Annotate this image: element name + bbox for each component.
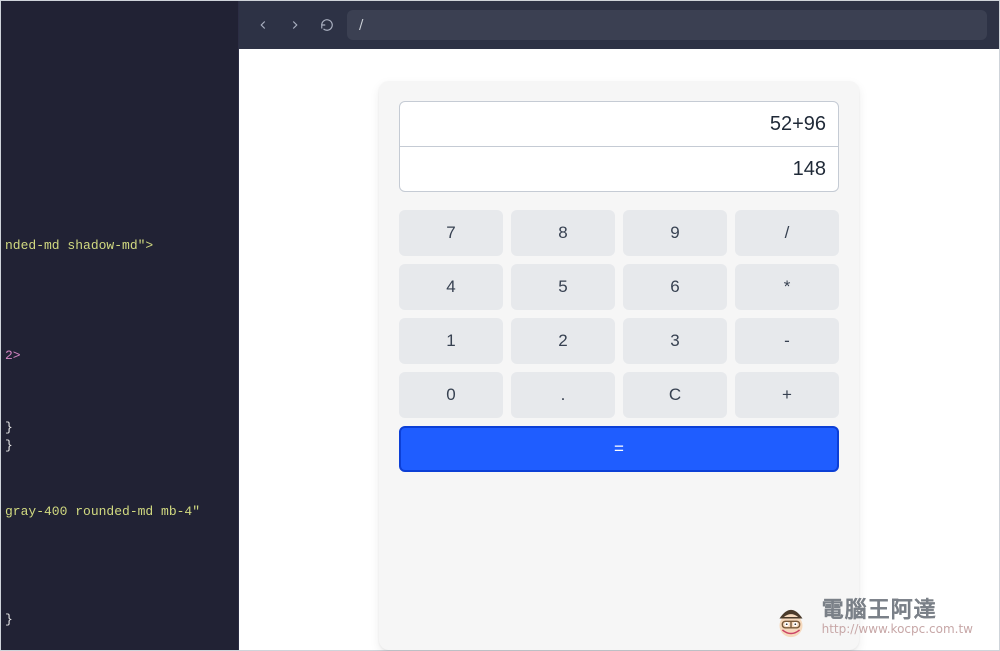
code-token: }: [5, 420, 13, 435]
preview-pane: / 789/456*123-0.C+=: [239, 1, 999, 650]
url-bar[interactable]: /: [347, 10, 987, 40]
watermark: 電腦王阿達 http://www.kocpc.com.tw: [768, 594, 973, 640]
key-plus[interactable]: +: [735, 372, 839, 418]
key-multiply[interactable]: *: [735, 264, 839, 310]
mascot-icon: [768, 594, 814, 640]
key-digit-4[interactable]: 4: [399, 264, 503, 310]
code-line: 2>: [1, 347, 21, 365]
code-line: gray-400 rounded-md mb-4": [1, 503, 200, 521]
key-equals[interactable]: =: [399, 426, 839, 472]
code-token: gray-400 rounded-md mb-4": [5, 504, 200, 519]
key-digit-5[interactable]: 5: [511, 264, 615, 310]
code-editor-pane: nded-md shadow-md"> 2>}} gray-400 rounded-…: [1, 1, 239, 650]
code-line: }: [1, 419, 13, 437]
key-dot[interactable]: .: [511, 372, 615, 418]
code-token: }: [5, 438, 13, 453]
reload-button[interactable]: [315, 13, 339, 37]
code-token: }: [5, 612, 13, 627]
preview-browser-bar: /: [239, 1, 999, 49]
key-digit-3[interactable]: 3: [623, 318, 727, 364]
code-token: nded-md shadow-md">: [5, 238, 153, 253]
code-token: 2>: [5, 348, 21, 363]
watermark-url: http://www.kocpc.com.tw: [822, 623, 973, 636]
key-digit-1[interactable]: 1: [399, 318, 503, 364]
key-digit-2[interactable]: 2: [511, 318, 615, 364]
back-button[interactable]: [251, 13, 275, 37]
key-clear[interactable]: C: [623, 372, 727, 418]
forward-button[interactable]: [283, 13, 307, 37]
url-text: /: [359, 18, 363, 33]
watermark-title: 電腦王阿達: [822, 598, 973, 622]
code-line: nded-md shadow-md">: [1, 237, 153, 255]
key-divide[interactable]: /: [735, 210, 839, 256]
key-minus[interactable]: -: [735, 318, 839, 364]
key-digit-9[interactable]: 9: [623, 210, 727, 256]
preview-page: 789/ 456* 123- 0.C+ =: [239, 49, 999, 650]
key-digit-0[interactable]: 0: [399, 372, 503, 418]
code-line: }: [1, 437, 13, 455]
calculator: 789/ 456* 123- 0.C+ =: [379, 81, 859, 650]
key-digit-7[interactable]: 7: [399, 210, 503, 256]
code-line: }: [1, 611, 13, 629]
key-digit-8[interactable]: 8: [511, 210, 615, 256]
expression-display[interactable]: [399, 101, 839, 147]
result-display[interactable]: [399, 146, 839, 192]
keypad: 789/ 456* 123- 0.C+ =: [399, 210, 839, 472]
key-digit-6[interactable]: 6: [623, 264, 727, 310]
